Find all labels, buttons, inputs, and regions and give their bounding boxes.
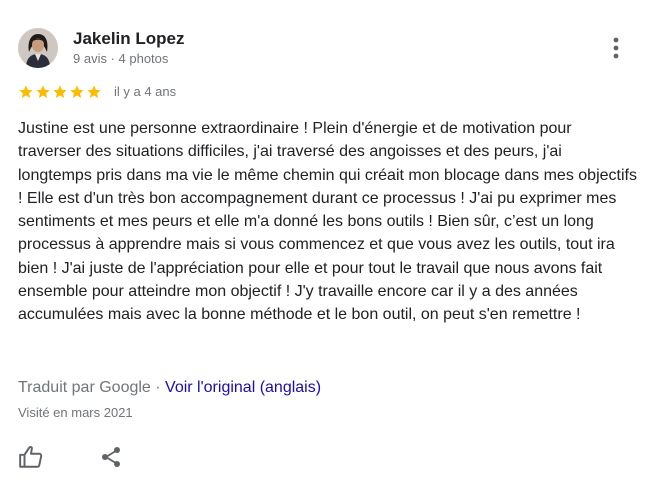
review-text: Justine est une personne extraordinaire … xyxy=(18,120,637,324)
visit-date: Visité en mars 2021 xyxy=(18,405,133,420)
author-meta: 9 avis · 4 photos xyxy=(73,51,169,66)
translated-label: Traduit par Google xyxy=(18,379,151,396)
translation-separator: · xyxy=(150,379,166,396)
share-icon xyxy=(102,447,120,467)
like-button[interactable] xyxy=(17,443,45,471)
translation-note: Traduit par Google · Voir l'original (an… xyxy=(18,378,321,398)
review-card: Jakelin Lopez 9 avis · 4 photos il y a 4… xyxy=(0,0,650,490)
more-vert-icon xyxy=(613,37,619,59)
star-icon xyxy=(70,85,84,98)
view-original-link[interactable]: Voir l'original (anglais) xyxy=(165,379,321,396)
star-icon xyxy=(87,85,101,98)
profile-photo-icon xyxy=(18,28,58,68)
star-icon xyxy=(53,85,67,98)
author-name[interactable]: Jakelin Lopez xyxy=(73,29,184,49)
rating-row: il y a 4 ans xyxy=(18,84,176,100)
more-options-button[interactable] xyxy=(604,36,628,60)
author-avatar[interactable] xyxy=(18,28,58,68)
share-button[interactable] xyxy=(97,443,125,471)
star-rating xyxy=(18,84,102,100)
star-icon xyxy=(36,85,50,98)
thumbs-up-icon xyxy=(19,446,43,468)
star-icon xyxy=(19,85,33,98)
review-time: il y a 4 ans xyxy=(114,84,177,99)
